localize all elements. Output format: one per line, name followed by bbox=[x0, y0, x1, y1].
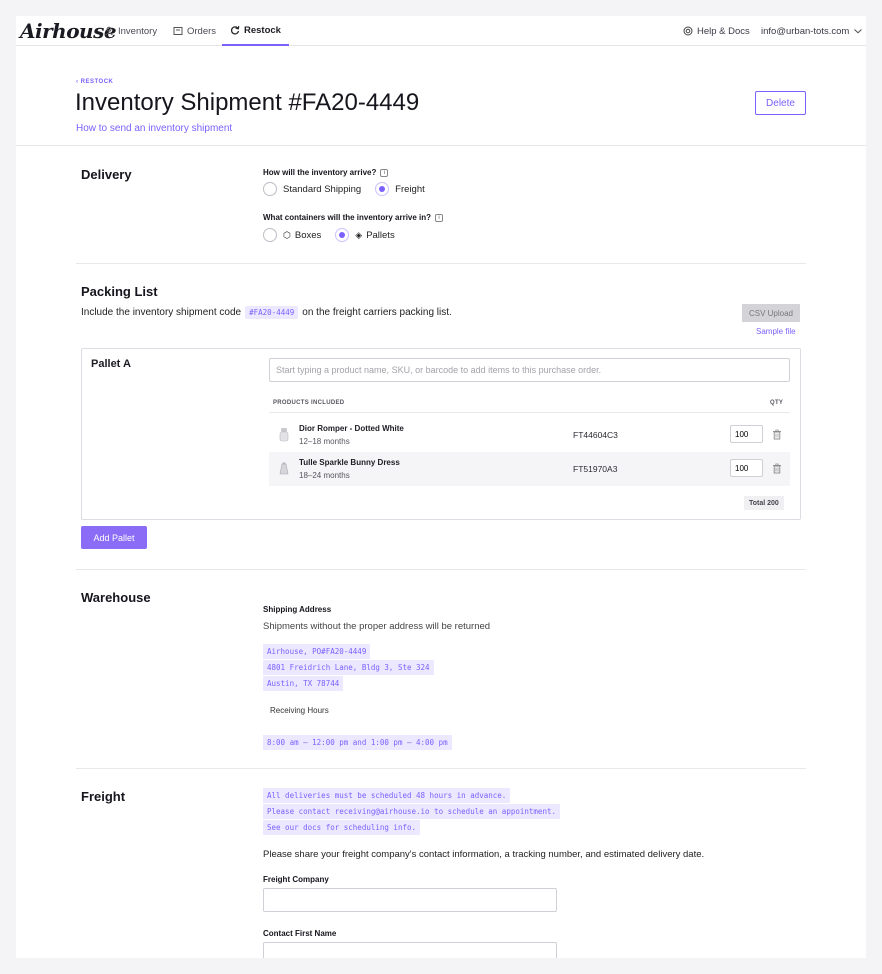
freight-note: All deliveries must be scheduled 48 hour… bbox=[263, 788, 511, 803]
trash-icon[interactable] bbox=[772, 429, 782, 440]
account-menu[interactable]: info@urban-tots.com bbox=[761, 16, 863, 46]
pallet-name: Pallet A bbox=[91, 358, 131, 370]
first-name-label: Contact First Name bbox=[263, 929, 337, 938]
sample-file-link[interactable]: Sample file bbox=[756, 327, 796, 336]
top-nav: Airhouse Inventory Orders Restock Help &… bbox=[16, 16, 866, 46]
orders-icon bbox=[173, 27, 183, 35]
address-line: 4801 Freidrich Lane, Bldg 3, Ste 324 bbox=[263, 660, 434, 675]
account-email: info@urban-tots.com bbox=[761, 25, 850, 37]
csv-upload-button[interactable]: CSV Upload bbox=[742, 304, 800, 322]
nav-inventory[interactable]: Inventory bbox=[104, 16, 157, 46]
arrive-question-text: How will the inventory arrive? bbox=[263, 168, 377, 177]
shipment-code: #FA20-4449 bbox=[245, 306, 299, 319]
product-search-input[interactable] bbox=[269, 358, 790, 382]
freight-company-input[interactable] bbox=[263, 888, 557, 912]
radio-circle[interactable] bbox=[263, 228, 277, 242]
radio-circle-selected[interactable] bbox=[375, 182, 390, 196]
freight-note: See our docs for scheduling info. bbox=[263, 820, 421, 835]
nav-restock-label: Restock bbox=[244, 24, 281, 36]
divider bbox=[269, 412, 790, 413]
nav-orders-label: Orders bbox=[187, 25, 217, 37]
nav-inventory-label: Inventory bbox=[118, 25, 158, 37]
receiving-hours-label: Receiving Hours bbox=[270, 706, 329, 715]
divider bbox=[76, 569, 806, 570]
product-thumbnail-icon bbox=[279, 462, 289, 475]
freight-title: Freight bbox=[81, 789, 126, 804]
container-question-text: What containers will the inventory arriv… bbox=[263, 213, 432, 222]
container-question: What containers will the inventory arriv… bbox=[263, 213, 444, 222]
help-link[interactable]: Help & Docs bbox=[683, 16, 750, 46]
packing-text-before: Include the inventory shipment code bbox=[81, 307, 242, 318]
divider bbox=[76, 768, 806, 769]
freight-company-label: Freight Company bbox=[263, 875, 329, 884]
hours-block: 8:00 am – 12:00 pm and 1:00 pm – 4:00 pm bbox=[263, 735, 452, 750]
address-block: Airhouse, PO#FA20-4449 4801 Freidrich La… bbox=[263, 644, 434, 691]
address-line: Airhouse, PO#FA20-4449 bbox=[263, 644, 371, 659]
delivery-title: Delivery bbox=[81, 167, 132, 182]
product-size: 18–24 months bbox=[299, 471, 350, 480]
box-icon: ⬡ bbox=[283, 229, 291, 240]
freight-instructions: Please share your freight company's cont… bbox=[263, 849, 705, 860]
product-name: Tulle Sparkle Bunny Dress bbox=[299, 458, 400, 467]
address-note: Shipments without the proper address wil… bbox=[263, 621, 491, 632]
radio-freight[interactable]: Freight bbox=[375, 182, 425, 196]
nav-orders[interactable]: Orders bbox=[173, 16, 216, 46]
divider bbox=[16, 145, 866, 146]
shipping-address-label: Shipping Address bbox=[263, 605, 332, 614]
receiving-hours: 8:00 am – 12:00 pm and 1:00 pm – 4:00 pm bbox=[263, 735, 452, 750]
product-name: Dior Romper - Dotted White bbox=[299, 424, 404, 433]
radio-label: Pallets bbox=[366, 229, 395, 241]
address-line: Austin, TX 78744 bbox=[263, 676, 344, 691]
lifebuoy-icon bbox=[683, 26, 693, 36]
col-header-products: PRODUCTS INCLUDED bbox=[273, 400, 345, 406]
arrive-radio-group: Standard Shipping Freight bbox=[263, 182, 439, 196]
freight-notes: All deliveries must be scheduled 48 hour… bbox=[263, 788, 560, 835]
container-radio-group: ⬡ Boxes ◈ Pallets bbox=[263, 228, 409, 242]
radio-circle[interactable] bbox=[263, 182, 277, 196]
table-row: Dior Romper - Dotted White 12–18 months … bbox=[269, 418, 790, 452]
add-pallet-button[interactable]: Add Pallet bbox=[81, 526, 147, 549]
col-header-qty: QTY bbox=[770, 400, 784, 406]
packing-instructions: Include the inventory shipment code #FA2… bbox=[81, 306, 452, 319]
delete-button[interactable]: Delete bbox=[755, 91, 806, 115]
pallet-icon: ◈ bbox=[355, 229, 363, 240]
qty-input[interactable] bbox=[730, 459, 763, 477]
radio-standard-shipping[interactable]: Standard Shipping bbox=[263, 182, 361, 196]
help-label: Help & Docs bbox=[697, 25, 750, 37]
table-row: Tulle Sparkle Bunny Dress 18–24 months F… bbox=[269, 452, 790, 486]
first-name-input[interactable] bbox=[263, 942, 557, 958]
trash-icon[interactable] bbox=[772, 463, 782, 474]
radio-label: Standard Shipping bbox=[283, 183, 362, 195]
product-sku: FT44604C3 bbox=[573, 430, 618, 440]
packing-title: Packing List bbox=[81, 284, 158, 299]
logo[interactable]: Airhouse bbox=[20, 19, 117, 43]
info-icon[interactable]: i bbox=[435, 213, 444, 222]
arrive-question: How will the inventory arrive? i bbox=[263, 168, 389, 177]
divider bbox=[76, 263, 806, 264]
warehouse-title: Warehouse bbox=[81, 590, 151, 605]
product-sku: FT51970A3 bbox=[573, 464, 618, 474]
radio-pallets[interactable]: ◈ Pallets bbox=[335, 228, 395, 242]
product-thumbnail-icon bbox=[279, 428, 289, 442]
user-icon bbox=[105, 26, 113, 36]
freight-note: Please contact receiving@airhouse.io to … bbox=[263, 804, 560, 819]
total-badge: Total 200 bbox=[744, 496, 784, 510]
radio-boxes[interactable]: ⬡ Boxes bbox=[263, 228, 321, 242]
refresh-icon bbox=[230, 25, 240, 35]
page-title: Inventory Shipment #FA20-4449 bbox=[75, 89, 420, 116]
radio-label: Freight bbox=[395, 183, 425, 195]
app-frame: Airhouse Inventory Orders Restock Help &… bbox=[16, 16, 866, 958]
radio-label: Boxes bbox=[294, 229, 322, 241]
breadcrumb[interactable]: ‹ RESTOCK bbox=[76, 79, 113, 85]
chevron-down-icon bbox=[854, 29, 863, 34]
product-size: 12–18 months bbox=[299, 437, 350, 446]
qty-input[interactable] bbox=[730, 425, 763, 443]
packing-text-after: on the freight carriers packing list. bbox=[302, 307, 452, 318]
info-icon[interactable]: i bbox=[380, 168, 389, 177]
radio-circle-selected[interactable] bbox=[335, 228, 350, 242]
nav-restock[interactable]: Restock bbox=[222, 16, 289, 46]
help-article-link[interactable]: How to send an inventory shipment bbox=[76, 123, 232, 134]
